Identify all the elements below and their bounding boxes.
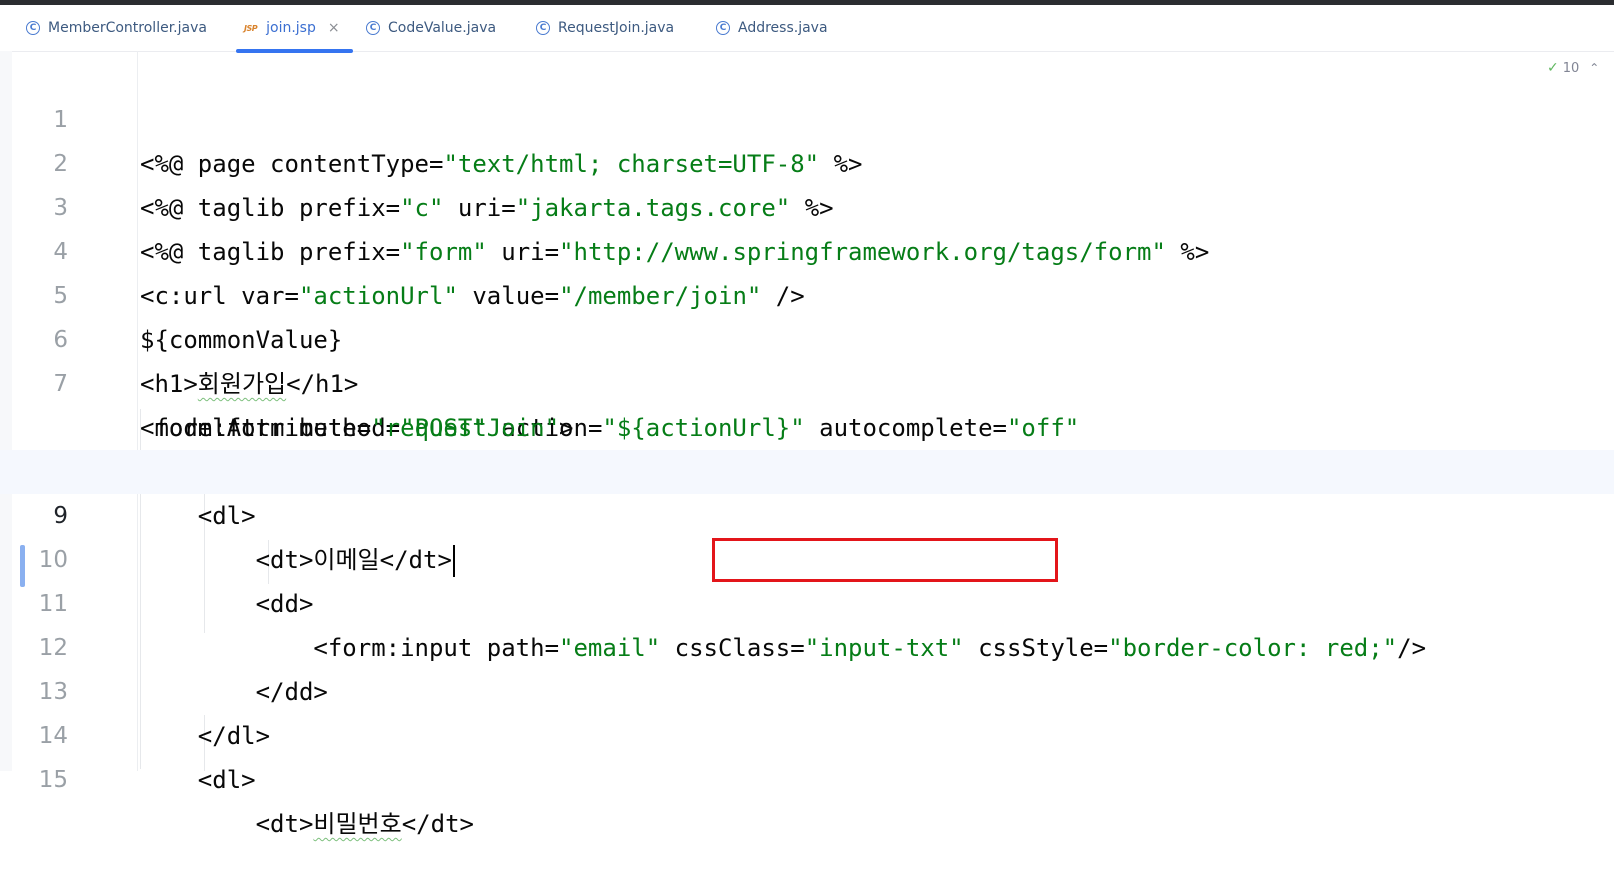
typo-underlined-text: 비밀번호 <box>313 810 402 838</box>
code-line: 5 ${commonValue} <box>0 230 1614 354</box>
code-line-wrapped: modelAttribute="requestJoin"> <box>0 362 1614 442</box>
line-number: 15 <box>38 767 68 793</box>
jsp-file-icon: JSP <box>244 23 258 33</box>
editor-tab-bar: C MemberController.java JSP join.jsp × C… <box>0 5 1614 53</box>
code-line: 15 <dt>비밀번호</dt> <box>0 714 1614 838</box>
code-line-current: 9 <dt>이메일</dt> <box>0 450 1614 577</box>
code-line: 4 <c:url var="actionUrl" value="/member/… <box>0 186 1614 310</box>
active-tab-indicator <box>236 49 353 53</box>
java-class-icon: C <box>26 21 40 35</box>
code-line: 1 <%@ page contentType="text/html; chars… <box>0 54 1614 178</box>
code-line: 3 <%@ taglib prefix="form" uri="http://w… <box>0 142 1614 266</box>
tab-join-jsp[interactable]: JSP join.jsp × <box>244 5 340 51</box>
vcs-change-marker[interactable] <box>20 545 25 587</box>
java-class-icon: C <box>536 21 550 35</box>
code-line: 10 <dd> <box>0 494 1614 618</box>
code-text: <dt>비밀번호</dt> <box>140 810 474 838</box>
code-text: <dl> <box>140 766 256 794</box>
code-line: 12 </dd> <box>0 582 1614 706</box>
java-class-icon: C <box>366 21 380 35</box>
tab-label: CodeValue.java <box>388 20 497 36</box>
tab-request-join[interactable]: C RequestJoin.java <box>536 5 674 51</box>
code-line: 13 </dl> <box>0 626 1614 750</box>
annotation-highlight-box <box>712 538 1058 582</box>
tab-label: MemberController.java <box>48 20 207 36</box>
java-class-icon: C <box>716 21 730 35</box>
tab-label: join.jsp <box>266 20 316 36</box>
tab-code-value[interactable]: C CodeValue.java <box>366 5 496 51</box>
code-line: 8 <dl> <box>0 406 1614 530</box>
close-tab-icon[interactable]: × <box>328 20 340 36</box>
tab-label: RequestJoin.java <box>558 20 675 36</box>
tab-label: Address.java <box>738 20 828 36</box>
code-line: 2 <%@ taglib prefix="c" uri="jakarta.tag… <box>0 98 1614 222</box>
tab-address[interactable]: C Address.java <box>716 5 828 51</box>
code-line: 14 <dl> <box>0 670 1614 794</box>
tab-member-controller[interactable]: C MemberController.java <box>26 5 207 51</box>
code-line: 7 <form:form method="POST" action="${act… <box>0 318 1614 442</box>
code-line: 6 <h1>회원가입</h1> <box>0 274 1614 398</box>
